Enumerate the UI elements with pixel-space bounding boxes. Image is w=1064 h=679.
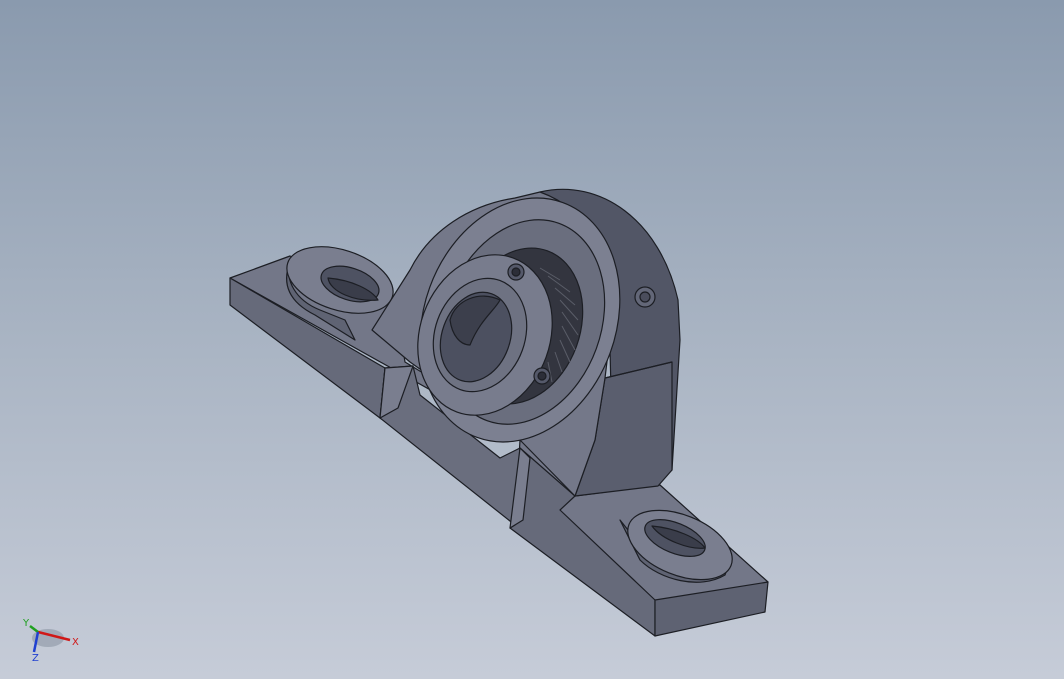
x-axis-label: X [72,637,79,648]
set-screw-bottom-hex [537,371,547,381]
z-axis-label: Z [32,653,39,664]
set-screw-top-hex [511,267,521,277]
grease-fitting-hex [639,291,651,303]
view-orientation-triad[interactable]: X Y Z [18,614,88,664]
y-axis-line [29,625,39,633]
pillow-block-bearing-model[interactable] [0,0,1064,679]
graphics-viewport[interactable]: X Y Z [0,0,1064,679]
y-axis-label: Y [22,618,30,629]
